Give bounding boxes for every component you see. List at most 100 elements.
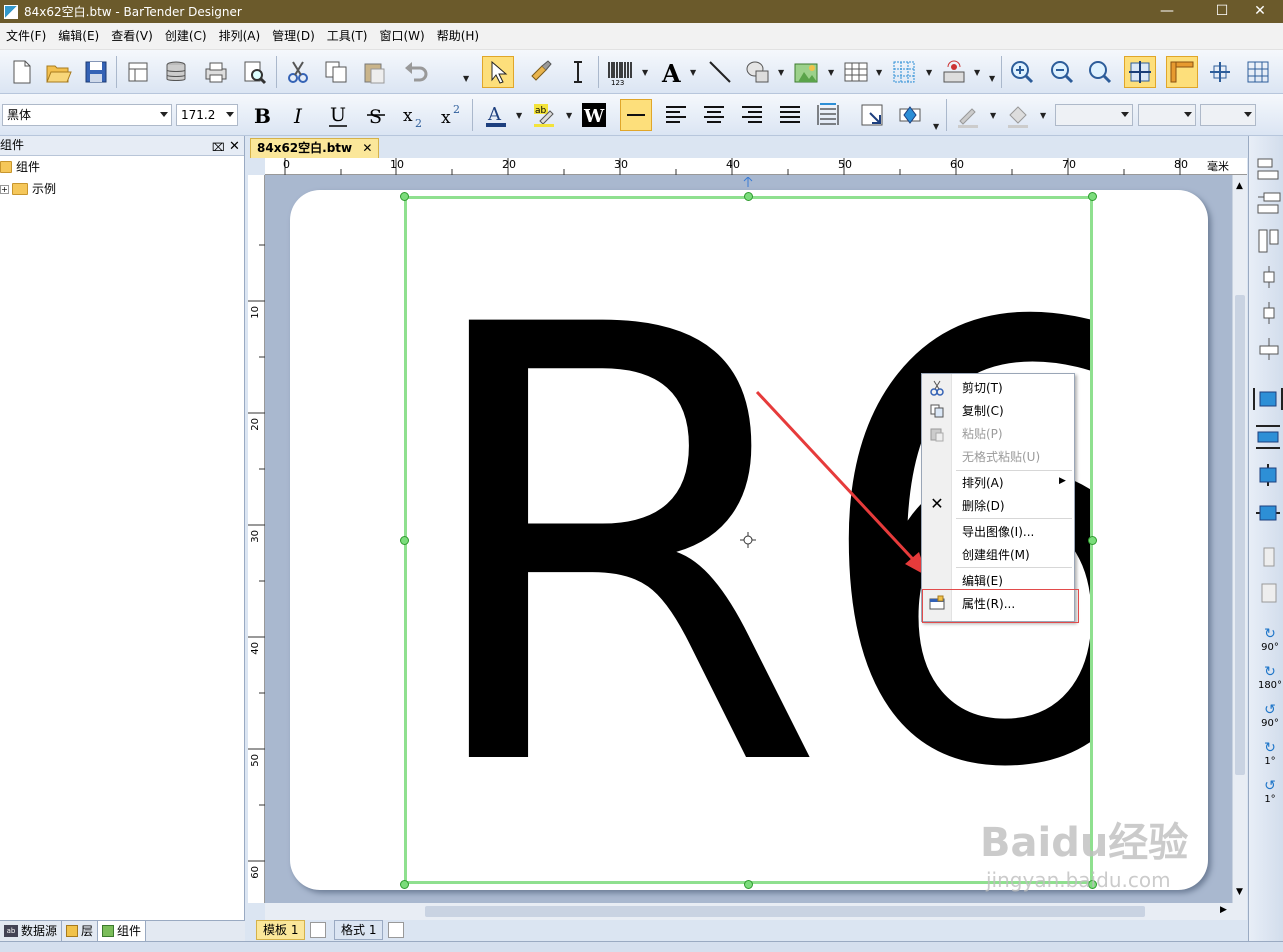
text-cursor-icon[interactable]: [562, 56, 594, 88]
layer-order-icon[interactable]: [894, 99, 926, 131]
menu-arrange[interactable]: 排列(A): [213, 23, 267, 50]
expand-icon[interactable]: +: [0, 184, 9, 194]
menu-manage[interactable]: 管理(D): [266, 23, 321, 50]
same-width-icon[interactable]: [1256, 544, 1282, 570]
ruler-toggle-icon[interactable]: [1166, 56, 1198, 88]
line-thickness-select[interactable]: [1055, 104, 1133, 126]
same-height-icon[interactable]: [1256, 580, 1282, 606]
center-vertically-icon[interactable]: [1252, 424, 1283, 450]
superscript-icon[interactable]: x2: [436, 99, 468, 131]
anchor-point-icon[interactable]: [856, 99, 888, 131]
open-folder-icon[interactable]: [42, 56, 74, 88]
menu-view[interactable]: 查看(V): [105, 23, 159, 50]
move-handle-icon[interactable]: [740, 532, 756, 548]
menu-help[interactable]: 帮助(H): [431, 23, 485, 50]
scroll-thumb-h[interactable]: [425, 906, 1145, 917]
align-justify-icon[interactable]: [774, 99, 806, 131]
align-right-edges-icon[interactable]: [1256, 228, 1282, 254]
tab-data-sources[interactable]: ab 数据源: [0, 921, 63, 941]
align-center-h-icon[interactable]: [1256, 190, 1282, 216]
highlight-dropdown-icon[interactable]: ▼: [566, 111, 572, 120]
center-in-label-h-icon[interactable]: [1252, 462, 1283, 488]
font-color-dropdown-icon[interactable]: ▼: [516, 111, 522, 120]
scroll-down-icon[interactable]: ▼: [1236, 887, 1243, 897]
save-icon[interactable]: [80, 56, 112, 88]
align-left-icon[interactable]: [660, 99, 692, 131]
print-preview-icon[interactable]: [238, 56, 270, 88]
align-right-icon[interactable]: [736, 99, 768, 131]
new-format-icon[interactable]: [388, 922, 404, 938]
strikethrough-icon[interactable]: S: [360, 99, 392, 131]
menu-item-delete[interactable]: 删除(D): [962, 499, 1005, 513]
subscript-icon[interactable]: x2: [398, 99, 430, 131]
align-top-edges-icon[interactable]: [1256, 264, 1282, 290]
resize-handle[interactable]: [400, 880, 409, 889]
minimize-button[interactable]: —: [1144, 0, 1190, 23]
align-center-icon[interactable]: [698, 99, 730, 131]
center-in-label-v-icon[interactable]: [1252, 500, 1283, 526]
barcode-icon[interactable]: 123: [604, 56, 636, 88]
line-style-select[interactable]: [1138, 104, 1196, 126]
resize-handle[interactable]: [744, 192, 753, 201]
resize-handle[interactable]: [1088, 536, 1097, 545]
rotate-180-button[interactable]: ↻ 180°: [1255, 664, 1283, 691]
rfid-icon[interactable]: [938, 56, 970, 88]
shape-tool-icon[interactable]: [742, 56, 774, 88]
align-left-edges-icon[interactable]: [1256, 156, 1282, 182]
resize-handle[interactable]: [744, 880, 753, 889]
picture-tool-icon[interactable]: [790, 56, 822, 88]
line-color-icon[interactable]: [952, 99, 984, 131]
tree-item-components[interactable]: 组件: [0, 156, 244, 178]
undo-icon[interactable]: [400, 56, 432, 88]
new-template-icon[interactable]: [310, 922, 326, 938]
pin-icon[interactable]: ⌧: [212, 138, 225, 157]
fit-to-width-icon[interactable]: [812, 99, 844, 131]
align-middle-icon[interactable]: [1256, 300, 1282, 326]
toolbar-overflow-icon[interactable]: ▼: [463, 74, 469, 83]
scroll-right-icon[interactable]: ▶: [1220, 905, 1227, 915]
rotate-handle-icon[interactable]: [743, 176, 753, 187]
toolbar-overflow-icon-2[interactable]: ▼: [989, 74, 995, 83]
tree-item-examples[interactable]: + 示例: [0, 178, 244, 200]
font-color-icon[interactable]: A: [480, 99, 512, 131]
text-dropdown-icon[interactable]: ▼: [690, 68, 696, 77]
reverse-text-icon[interactable]: W: [578, 99, 610, 131]
text-tool-icon[interactable]: A: [656, 56, 688, 88]
page-setup-icon[interactable]: [122, 56, 154, 88]
tab-format-1[interactable]: 格式 1: [334, 920, 384, 940]
close-panel-icon[interactable]: ✕: [229, 137, 240, 156]
align-none-icon[interactable]: [620, 99, 652, 131]
menu-file[interactable]: 文件(F): [0, 23, 52, 50]
paste-icon[interactable]: [358, 56, 390, 88]
grid-dropdown-icon[interactable]: ▼: [926, 68, 932, 77]
database-icon[interactable]: [160, 56, 192, 88]
zoom-in-icon[interactable]: [1006, 56, 1038, 88]
menu-item-export-image[interactable]: 导出图像(I)...: [962, 525, 1034, 539]
format-painter-icon[interactable]: [524, 56, 556, 88]
italic-icon[interactable]: I: [284, 99, 316, 131]
resize-handle[interactable]: [400, 536, 409, 545]
scroll-up-icon[interactable]: ▲: [1236, 181, 1243, 191]
rotate-90-cw-button[interactable]: ↻ 90°: [1257, 626, 1283, 653]
menu-create[interactable]: 创建(C): [159, 23, 213, 50]
zoom-out-icon[interactable]: [1046, 56, 1078, 88]
align-bottom-edges-icon[interactable]: [1256, 336, 1282, 362]
table-dropdown-icon[interactable]: ▼: [876, 68, 882, 77]
table-tool-icon[interactable]: [840, 56, 872, 88]
menu-item-cut[interactable]: 剪切(T): [962, 381, 1003, 395]
toolbar-overflow-icon-3[interactable]: ▼: [933, 122, 939, 131]
bold-icon[interactable]: B: [246, 99, 278, 131]
grid-toggle-icon[interactable]: [1242, 56, 1274, 88]
menu-window[interactable]: 窗口(W): [373, 23, 430, 50]
menu-item-edit[interactable]: 编辑(E): [962, 574, 1003, 588]
underline-icon[interactable]: U: [322, 99, 354, 131]
new-document-icon[interactable]: [6, 56, 38, 88]
scroll-thumb[interactable]: [1235, 295, 1245, 775]
font-name-select[interactable]: 黑体: [2, 104, 172, 126]
vertical-scrollbar[interactable]: ▲ ▼: [1232, 175, 1247, 903]
center-horizontally-icon[interactable]: [1252, 386, 1283, 412]
tab-components[interactable]: 组件: [98, 921, 147, 941]
select-pointer-icon[interactable]: [482, 56, 514, 88]
menu-item-create-component[interactable]: 创建组件(M): [962, 548, 1030, 562]
fill-color-dropdown-icon[interactable]: ▼: [1040, 111, 1046, 120]
